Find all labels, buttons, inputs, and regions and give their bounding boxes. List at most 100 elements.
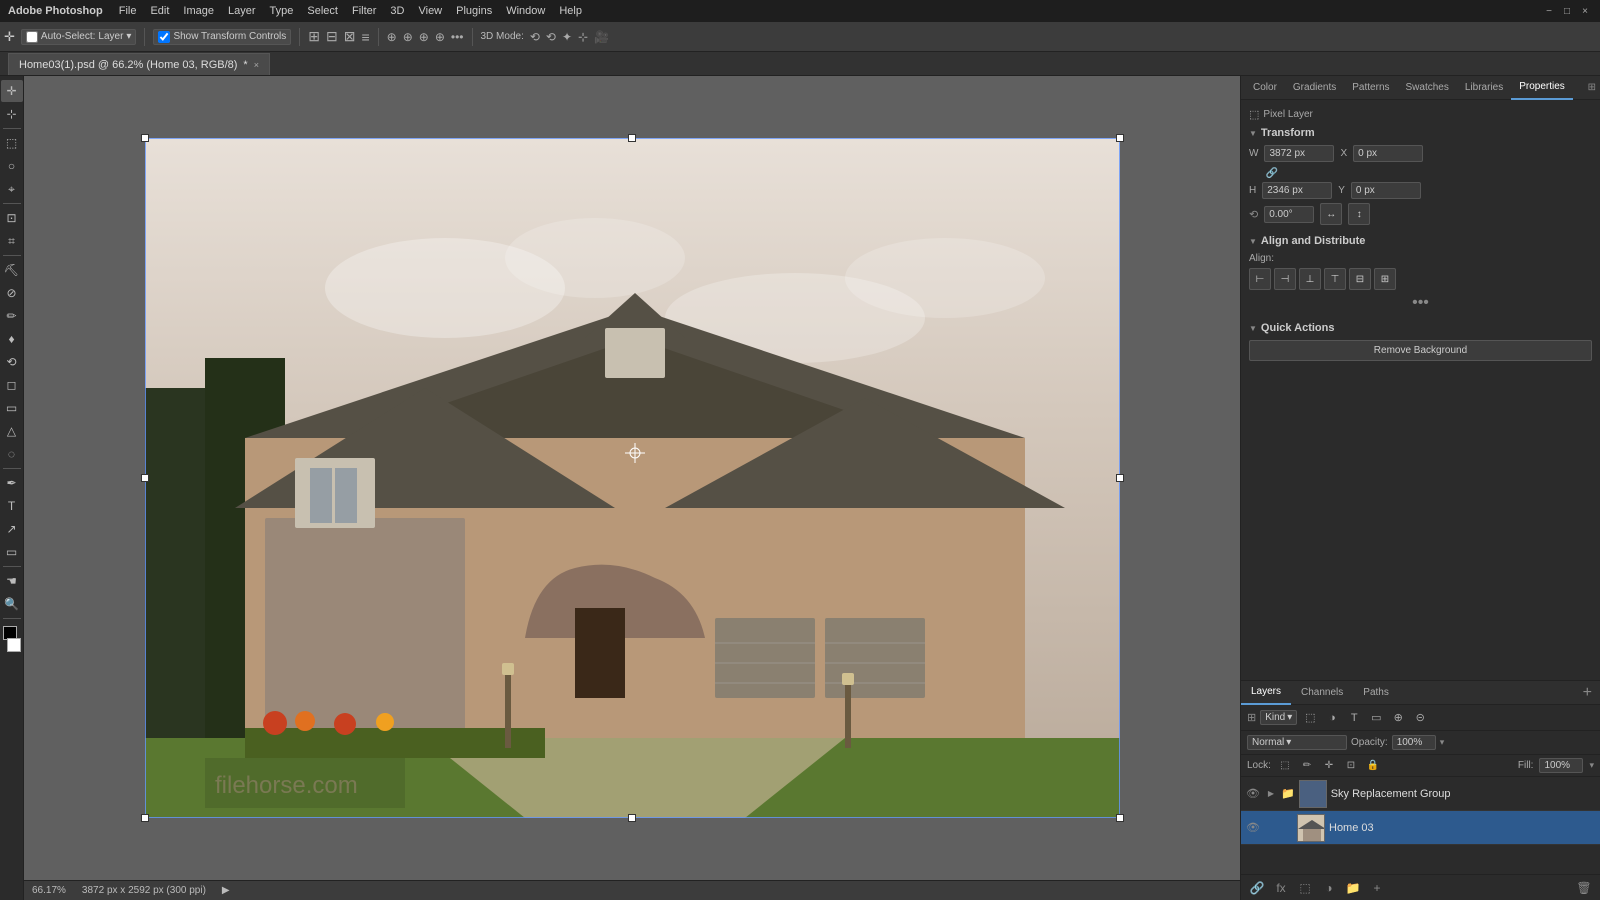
lock-position-icon[interactable]: ✛	[1321, 758, 1337, 774]
fill-chevron[interactable]: ▾	[1589, 760, 1594, 771]
hand-tool[interactable]: ☚	[1, 570, 23, 592]
history-brush-tool[interactable]: ⟲	[1, 351, 23, 373]
layer-expand-sky[interactable]: ▶	[1265, 788, 1277, 800]
menu-filter[interactable]: Filter	[352, 5, 376, 17]
auto-select-checkbox[interactable]	[26, 31, 38, 43]
transform-handle-top-right[interactable]	[1116, 134, 1124, 142]
tab-swatches[interactable]: Swatches	[1398, 76, 1457, 100]
dodge-tool[interactable]: ◌	[1, 443, 23, 465]
transform-handle-bottom-right[interactable]	[1116, 814, 1124, 822]
blur-tool[interactable]: △	[1, 420, 23, 442]
link-layers-icon[interactable]: 🔗	[1247, 878, 1267, 898]
align-header[interactable]: ▼ Align and Distribute	[1249, 235, 1592, 247]
restore-button[interactable]: □	[1560, 4, 1574, 18]
lock-image-pixels-icon[interactable]: ✏	[1299, 758, 1315, 774]
align-vertical-centers-button[interactable]: ⊟	[1349, 268, 1371, 290]
transform-handle-bottom-left[interactable]	[141, 814, 149, 822]
filter-pixel-icon[interactable]: ⬚	[1301, 709, 1319, 727]
distribute-icon-4[interactable]: ⊕	[435, 30, 445, 44]
delete-layer-icon[interactable]: 🗑	[1574, 878, 1594, 898]
lock-transparent-pixels-icon[interactable]: ⬚	[1277, 758, 1293, 774]
show-transform-toggle[interactable]: Show Transform Controls	[153, 29, 291, 45]
opacity-chevron[interactable]: ▾	[1440, 737, 1445, 748]
filter-kind-icon[interactable]: ⊞	[1247, 711, 1256, 724]
type-tool[interactable]: T	[1, 495, 23, 517]
filter-shape-icon[interactable]: ▭	[1367, 709, 1385, 727]
remove-background-button[interactable]: Remove Background	[1249, 340, 1592, 361]
menu-plugins[interactable]: Plugins	[456, 5, 492, 17]
layer-visibility-sky[interactable]: 👁	[1245, 786, 1261, 802]
add-layer-style-icon[interactable]: fx	[1271, 878, 1291, 898]
magic-wand-tool[interactable]: ⌖	[1, 178, 23, 200]
align-right-icon[interactable]: ⊠	[344, 28, 356, 45]
menu-layer[interactable]: Layer	[228, 5, 256, 17]
transform-handle-top-left[interactable]	[141, 134, 149, 142]
3d-tool-icon-3[interactable]: ✦	[562, 30, 572, 44]
tab-patterns[interactable]: Patterns	[1344, 76, 1397, 100]
auto-select-dropdown[interactable]: Auto-Select: Layer ▾	[21, 29, 137, 45]
background-color[interactable]	[7, 638, 21, 652]
flip-v-icon[interactable]: ↕	[1348, 203, 1370, 225]
transform-header[interactable]: ▼ Transform	[1249, 127, 1592, 139]
distribute-icon-2[interactable]: ⊕	[403, 30, 413, 44]
align-horizontal-centers-button[interactable]: ⊣	[1274, 268, 1296, 290]
menu-type[interactable]: Type	[270, 5, 294, 17]
flip-h-icon[interactable]: ↔	[1320, 203, 1342, 225]
artboard-tool[interactable]: ⊹	[1, 103, 23, 125]
tab-gradients[interactable]: Gradients	[1285, 76, 1344, 100]
y-input[interactable]	[1351, 182, 1421, 199]
transform-handle-top-center[interactable]	[628, 134, 636, 142]
distribute-icon-1[interactable]: ⊕	[387, 30, 397, 44]
lock-all-icon[interactable]: 🔒	[1365, 758, 1381, 774]
canvas-container[interactable]: filehorse.com	[24, 76, 1240, 880]
more-options-icon[interactable]: •••	[451, 30, 464, 44]
zoom-tool[interactable]: 🔍	[1, 593, 23, 615]
clone-stamp-tool[interactable]: ♦	[1, 328, 23, 350]
3d-tool-icon-1[interactable]: ⟲	[530, 30, 540, 44]
spot-healing-tool[interactable]: ⊘	[1, 282, 23, 304]
3d-tool-icon-2[interactable]: ⟲	[546, 30, 556, 44]
layer-tab-layers[interactable]: Layers	[1241, 681, 1291, 705]
layer-tab-channels[interactable]: Channels	[1291, 681, 1353, 705]
menu-help[interactable]: Help	[559, 5, 582, 17]
menu-edit[interactable]: Edit	[150, 5, 169, 17]
layer-item-sky-replacement[interactable]: 👁 ▶ 📁 Sky Replacement Group	[1241, 777, 1600, 811]
align-right-edges-button[interactable]: ⊥	[1299, 268, 1321, 290]
x-input[interactable]	[1353, 145, 1423, 162]
marquee-tool[interactable]: ⬚	[1, 132, 23, 154]
minimize-button[interactable]: −	[1542, 4, 1556, 18]
gradient-tool[interactable]: ▭	[1, 397, 23, 419]
pen-tool[interactable]: ✒	[1, 472, 23, 494]
fill-input[interactable]	[1539, 758, 1583, 773]
move-tool[interactable]: ✛	[1, 80, 23, 102]
angle-input[interactable]	[1264, 206, 1314, 223]
layer-tab-add-icon[interactable]: +	[1583, 684, 1600, 702]
align-fill-icon[interactable]: ≡	[361, 29, 369, 45]
filter-adjustment-icon[interactable]: ◑	[1323, 709, 1341, 727]
align-left-icon[interactable]: ⊞	[308, 28, 320, 45]
new-layer-icon[interactable]: +	[1367, 878, 1387, 898]
path-selection-tool[interactable]: ↗	[1, 518, 23, 540]
align-bottom-edges-button[interactable]: ⊞	[1374, 268, 1396, 290]
transform-handle-middle-right[interactable]	[1116, 474, 1124, 482]
filter-kind-dropdown[interactable]: Kind ▾	[1260, 710, 1297, 725]
more-options-button[interactable]: •••	[1249, 294, 1592, 312]
tab-close-button[interactable]: ×	[254, 60, 259, 70]
blend-mode-dropdown[interactable]: Normal ▾	[1247, 735, 1347, 750]
align-center-icon[interactable]: ⊟	[326, 28, 338, 45]
layer-visibility-home03[interactable]: 👁	[1245, 820, 1261, 836]
filter-type-icon[interactable]: T	[1345, 709, 1363, 727]
chain-link-icon[interactable]: 🔗	[1265, 166, 1279, 180]
transform-handle-middle-left[interactable]	[141, 474, 149, 482]
menu-select[interactable]: Select	[307, 5, 338, 17]
opacity-input[interactable]	[1392, 735, 1436, 750]
width-input[interactable]	[1264, 145, 1334, 162]
new-fill-adjustment-icon[interactable]: ◑	[1319, 878, 1339, 898]
shape-tool[interactable]: ▭	[1, 541, 23, 563]
slice-tool[interactable]: ⌗	[1, 230, 23, 252]
menu-view[interactable]: View	[418, 5, 442, 17]
status-arrow[interactable]: ▶	[222, 885, 230, 896]
tab-libraries[interactable]: Libraries	[1457, 76, 1511, 100]
distribute-icon-3[interactable]: ⊕	[419, 30, 429, 44]
height-input[interactable]	[1262, 182, 1332, 199]
